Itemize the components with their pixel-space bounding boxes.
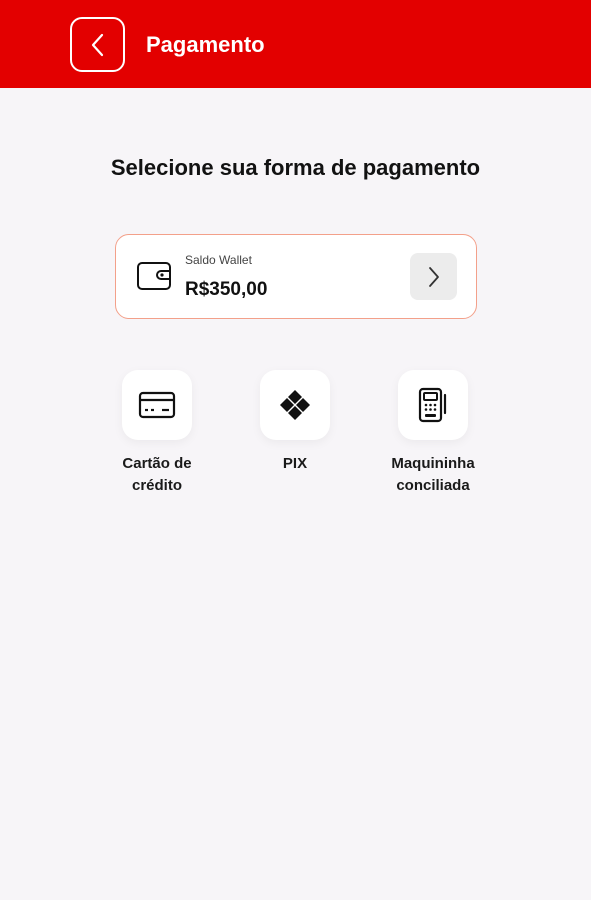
chevron-right-icon	[428, 266, 439, 287]
wallet-icon	[137, 262, 171, 290]
method-icon-box	[122, 370, 192, 440]
back-button[interactable]	[70, 17, 125, 72]
wallet-open-button[interactable]	[410, 253, 457, 300]
credit-card-icon	[138, 391, 176, 419]
method-icon-box	[398, 370, 468, 440]
chevron-left-icon	[91, 33, 103, 56]
method-icon-box	[260, 370, 330, 440]
page-title: Pagamento	[146, 32, 265, 57]
method-label: Cartão de crédito	[122, 455, 192, 494]
method-label: Maquininha conciliada	[391, 455, 475, 494]
wallet-label: Saldo Wallet	[185, 253, 252, 267]
app-header: Pagamento	[0, 0, 591, 88]
pix-icon	[280, 390, 310, 420]
wallet-balance-card[interactable]: Saldo Wallet R$350,00	[115, 234, 477, 319]
payment-heading: Selecione sua forma de pagamento	[110, 155, 481, 180]
method-card-machine[interactable]: Maquininha conciliada	[373, 370, 493, 497]
method-label: PIX	[282, 455, 308, 472]
method-credit-card[interactable]: Cartão de crédito	[97, 370, 217, 497]
wallet-balance: R$350,00	[185, 279, 268, 300]
method-pix[interactable]: PIX	[235, 370, 355, 475]
card-machine-icon	[418, 387, 447, 423]
